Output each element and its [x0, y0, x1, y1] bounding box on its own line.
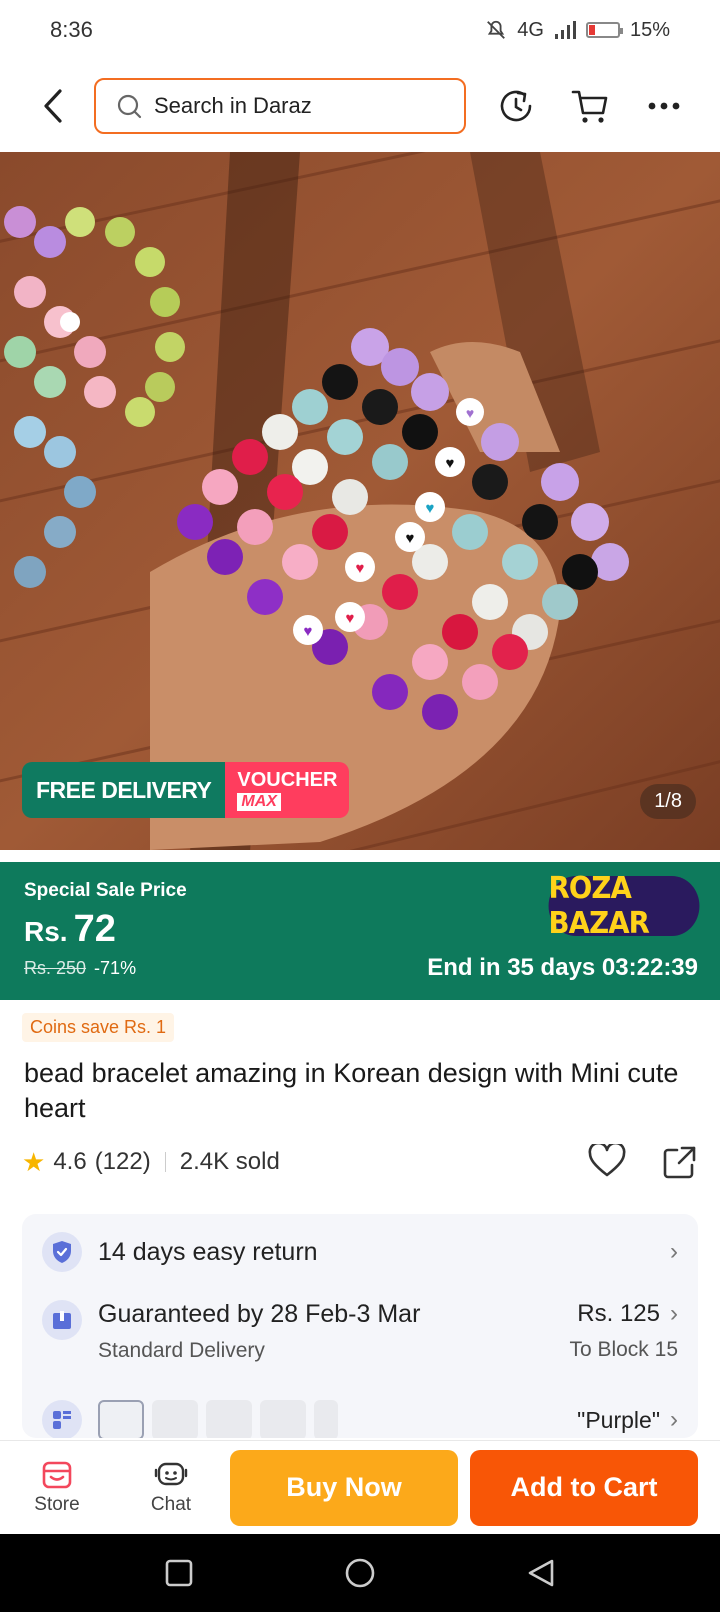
return-policy-row[interactable]: 14 days easy return ›: [22, 1232, 698, 1272]
battery-level: 15%: [629, 18, 670, 41]
sale-countdown: End in 35 days 03:22:39: [427, 954, 698, 981]
chevron-right-icon: ›: [670, 1300, 678, 1327]
back-arrow-icon: [44, 89, 62, 123]
refresh-history-icon: [500, 90, 532, 122]
status-icons: 4G 15%: [485, 19, 670, 42]
search-input[interactable]: Search in Daraz: [94, 78, 466, 134]
coins-badge: Coins save Rs. 1: [22, 1013, 175, 1042]
voucher-max-badge: VOUCHER MAX: [225, 762, 350, 818]
chat-bot-icon: [154, 1462, 188, 1485]
product-actions: [588, 1144, 698, 1180]
store-label: Store: [34, 1493, 80, 1515]
more-dots-icon: [648, 102, 680, 110]
rating-value[interactable]: 4.6: [53, 1148, 86, 1176]
delivery-location: To Block 15: [569, 1338, 678, 1361]
svg-text:♥: ♥: [406, 530, 415, 547]
promo-badge: FREE DELIVERY VOUCHER MAX: [22, 762, 350, 818]
voucher-max-label: MAX: [237, 792, 281, 811]
product-photo: ♥ ♥ ♥ ♥ ♥ ♥ ♥: [0, 152, 720, 850]
search-placeholder: Search in Daraz: [154, 93, 312, 118]
system-nav-bar: [0, 1534, 720, 1612]
search-icon: [117, 94, 142, 119]
delivery-guarantee: Guaranteed by 28 Feb-3 Mar: [98, 1300, 421, 1328]
price-value: 72: [73, 908, 116, 950]
variant-swatch[interactable]: [152, 1400, 198, 1438]
image-counter: 1/8: [640, 784, 696, 819]
review-count[interactable]: (122): [95, 1148, 151, 1176]
svg-text:♥: ♥: [466, 405, 474, 421]
chevron-right-icon: ›: [670, 1238, 678, 1265]
svg-text:♥: ♥: [346, 610, 355, 627]
delivery-fee: Rs. 125: [577, 1300, 660, 1327]
special-sale-banner: Special Sale Price Rs. 72 Rs. 250 -71% RO…: [0, 862, 720, 1000]
chat-label: Chat: [150, 1493, 192, 1515]
top-header: Search in Daraz: [0, 62, 720, 150]
product-title: bead bracelet amazing in Korean design w…: [24, 1058, 679, 1123]
package-icon: [42, 1300, 82, 1340]
variant-icon: [42, 1400, 82, 1438]
clock: 8:36: [50, 17, 93, 42]
discount-percent: -71%: [94, 958, 137, 978]
history-button[interactable]: [492, 82, 540, 130]
bottom-action-bar: Store Chat Buy Now Add to Cart: [0, 1440, 720, 1534]
return-policy-label: 14 days easy return: [98, 1237, 318, 1266]
price-currency: Rs.: [24, 916, 68, 947]
store-button[interactable]: Store: [0, 1460, 114, 1516]
share-icon[interactable]: [662, 1144, 698, 1180]
buy-now-button[interactable]: Buy Now: [230, 1449, 458, 1526]
mute-icon: [487, 20, 506, 39]
svg-text:♥: ♥: [446, 455, 455, 472]
store-icon: [42, 1461, 72, 1488]
original-price-row: Rs. 250 -71%: [24, 958, 136, 979]
cart-icon: [571, 90, 608, 123]
more-button[interactable]: [640, 82, 688, 130]
variant-swatch[interactable]: [314, 1400, 338, 1438]
sold-count: 2.4K sold: [179, 1148, 280, 1175]
wishlist-heart-icon[interactable]: [588, 1144, 626, 1178]
variant-swatch[interactable]: [260, 1400, 306, 1438]
star-icon: ★: [22, 1146, 46, 1177]
variant-row[interactable]: "Purple" ›: [22, 1400, 698, 1438]
service-info-card: 14 days easy return › Guaranteed by 28 F…: [22, 1214, 698, 1438]
status-bar: 8:36 4G 15%: [0, 0, 720, 60]
back-triangle-icon[interactable]: [527, 1558, 555, 1588]
battery-icon: [585, 22, 623, 38]
variant-swatch[interactable]: [98, 1400, 144, 1438]
product-image-gallery[interactable]: ♥ ♥ ♥ ♥ ♥ ♥ ♥ FREE DELIVERY VOUCHER MAX …: [0, 152, 720, 850]
home-circle-icon[interactable]: [344, 1557, 376, 1589]
delivery-fee-block: Rs. 125 › To Block 15: [569, 1300, 678, 1362]
sale-label: Special Sale Price: [24, 880, 187, 901]
voucher-label: VOUCHER: [237, 768, 338, 791]
variant-swatches: [98, 1400, 338, 1438]
chevron-right-icon: ›: [670, 1406, 678, 1433]
original-price: Rs. 250: [24, 958, 87, 978]
delivery-row[interactable]: Guaranteed by 28 Feb-3 Mar Standard Deli…: [22, 1300, 698, 1363]
delivery-type: Standard Delivery: [98, 1339, 265, 1362]
add-to-cart-button[interactable]: Add to Cart: [470, 1449, 698, 1526]
svg-text:♥: ♥: [356, 560, 365, 577]
free-delivery-badge: FREE DELIVERY: [22, 762, 226, 818]
store-logo[interactable]: ROZA BAZAR: [548, 871, 700, 941]
signal-icon: [554, 21, 576, 39]
network-label: 4G: [517, 18, 544, 41]
cart-button[interactable]: [566, 82, 614, 130]
shield-icon: [42, 1232, 82, 1272]
back-button[interactable]: [28, 81, 78, 131]
header-actions: [492, 82, 688, 130]
sale-price: Rs. 72: [24, 908, 116, 951]
chat-button[interactable]: Chat: [114, 1460, 228, 1516]
rating-row: ★ 4.6 (122) 2.4K sold: [22, 1144, 698, 1180]
variant-swatch[interactable]: [206, 1400, 252, 1438]
svg-text:♥: ♥: [304, 623, 313, 640]
selected-variant: "Purple": [577, 1406, 660, 1433]
svg-text:♥: ♥: [426, 500, 435, 517]
recents-square-icon[interactable]: [165, 1559, 193, 1587]
divider: [164, 1152, 166, 1172]
